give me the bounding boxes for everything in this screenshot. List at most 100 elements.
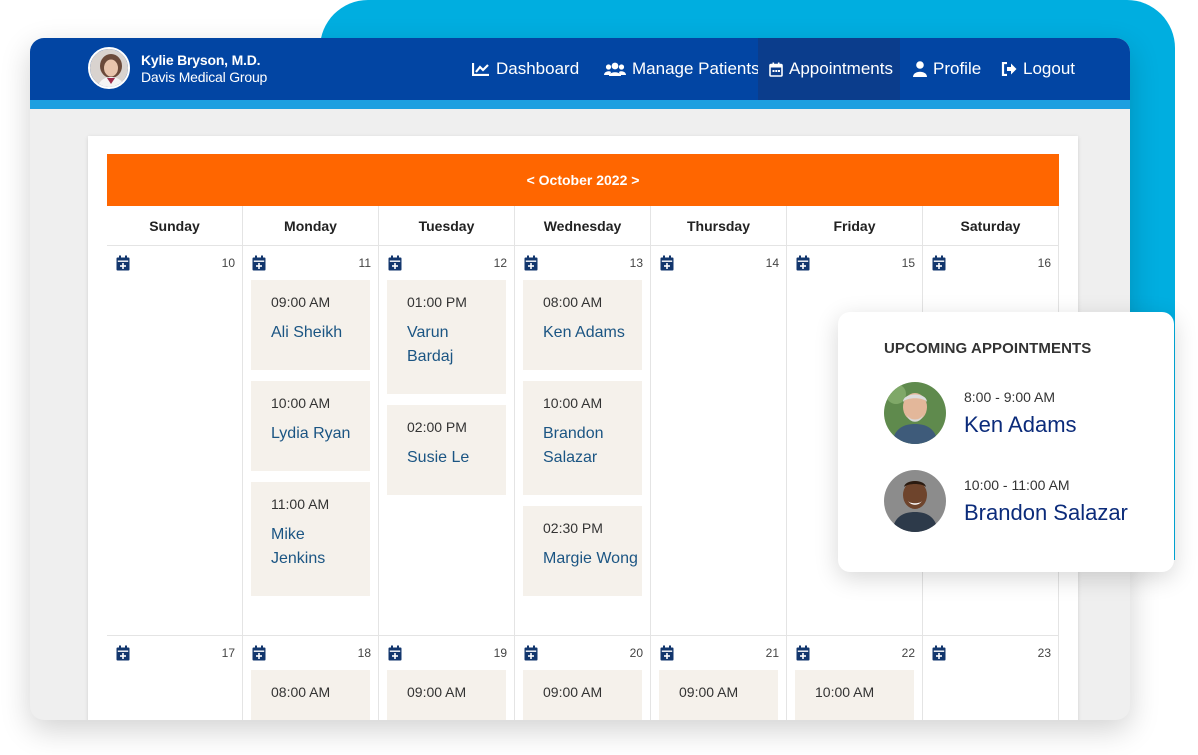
calendar-day-cell[interactable]: 17 xyxy=(107,636,243,720)
date-number: 13 xyxy=(629,256,643,270)
appointment-time: 08:00 AM xyxy=(543,294,603,310)
calendar-day-cell[interactable]: 13 08:00 AM Ken Adams 10:00 AM Brandon Salaz… xyxy=(515,246,651,636)
calendar-plus-icon[interactable] xyxy=(796,645,810,666)
calendar-plus-icon[interactable] xyxy=(932,255,946,276)
appointment-time: 02:30 PM xyxy=(543,520,603,536)
top-navbar: Kylie Bryson, M.D. Davis Medical Group D… xyxy=(30,38,1130,100)
date-number: 20 xyxy=(629,646,643,660)
appointment-patient-name[interactable]: Brandon Salazar xyxy=(543,422,623,470)
user-icon xyxy=(913,61,927,77)
day-header: Friday xyxy=(787,206,923,246)
nav-appointments-label: Appointments xyxy=(789,59,893,78)
upcoming-time: 10:00 - 11:00 AM xyxy=(964,477,1070,493)
day-header: Wednesday xyxy=(515,206,651,246)
nav-logout[interactable]: Logout xyxy=(1001,38,1075,100)
user-organization: Davis Medical Group xyxy=(141,69,268,85)
calendar-plus-icon[interactable] xyxy=(252,645,266,666)
appointment-time: 10:00 AM xyxy=(271,395,331,411)
date-number: 16 xyxy=(1037,256,1051,270)
appointment-card[interactable]: 09:00 AM xyxy=(387,670,506,720)
calendar-day-cell[interactable]: 11 09:00 AM Ali Sheikh 10:00 AM Lydia Ryan 11… xyxy=(243,246,379,636)
appointment-card[interactable]: 01:00 PM Varun Bardaj xyxy=(387,280,506,394)
upcoming-patient-name[interactable]: Ken Adams xyxy=(964,412,1077,438)
day-header: Monday xyxy=(243,206,379,246)
calendar-icon xyxy=(769,62,783,77)
appointment-time: 10:00 AM xyxy=(543,395,603,411)
appointment-time: 09:00 AM xyxy=(679,684,739,700)
nav-profile[interactable]: Profile xyxy=(913,38,981,100)
calendar-day-cell[interactable]: 18 08:00 AM xyxy=(243,636,379,720)
appointment-patient-name[interactable]: Lydia Ryan xyxy=(271,422,370,446)
calendar-plus-icon[interactable] xyxy=(388,645,402,666)
nav-manage-patients-label: Manage Patients xyxy=(632,59,760,78)
appointment-time: 09:00 AM xyxy=(543,684,603,700)
calendar-day-cell[interactable]: 21 09:00 AM xyxy=(651,636,787,720)
date-number: 10 xyxy=(221,256,235,270)
date-number: 23 xyxy=(1037,646,1051,660)
appointment-time: 02:00 PM xyxy=(407,419,467,435)
day-header: Thursday xyxy=(651,206,787,246)
appointment-card[interactable]: 08:00 AM xyxy=(251,670,370,720)
date-number: 21 xyxy=(765,646,779,660)
appointment-card[interactable]: 09:00 AM xyxy=(523,670,642,720)
appointment-patient-name[interactable]: Margie Wong xyxy=(543,547,642,571)
calendar-plus-icon[interactable] xyxy=(660,645,674,666)
nav-manage-patients[interactable]: Manage Patients xyxy=(604,38,760,100)
nav-profile-label: Profile xyxy=(933,59,982,78)
date-number: 14 xyxy=(765,256,779,270)
appointment-time: 09:00 AM xyxy=(407,684,467,700)
nav-dashboard[interactable]: Dashboard xyxy=(472,38,579,100)
appointment-card[interactable]: 10:00 AM Lydia Ryan xyxy=(251,381,370,471)
appointment-patient-name[interactable]: Ali Sheikh xyxy=(271,321,370,345)
calendar-day-cell[interactable]: 10 xyxy=(107,246,243,636)
appointment-patient-name[interactable]: Mike Jenkins xyxy=(271,523,351,571)
appointment-card[interactable]: 11:00 AM Mike Jenkins xyxy=(251,482,370,596)
calendar-plus-icon[interactable] xyxy=(660,255,674,276)
date-number: 17 xyxy=(221,646,235,660)
header-accent-stripe xyxy=(30,100,1130,109)
users-icon xyxy=(604,62,626,76)
calendar-plus-icon[interactable] xyxy=(116,645,130,666)
user-name: Kylie Bryson, M.D. xyxy=(141,52,261,68)
calendar-plus-icon[interactable] xyxy=(116,255,130,276)
appointment-card[interactable]: 10:00 AM Brandon Salazar xyxy=(523,381,642,495)
user-avatar[interactable] xyxy=(88,47,130,89)
nav-logout-label: Logout xyxy=(1023,59,1075,78)
calendar-plus-icon[interactable] xyxy=(388,255,402,276)
date-number: 11 xyxy=(358,256,371,270)
day-header: Saturday xyxy=(923,206,1059,246)
nav-appointments[interactable]: Appointments xyxy=(758,38,900,100)
calendar-day-cell[interactable]: 14 xyxy=(651,246,787,636)
patient-photo xyxy=(884,470,946,532)
calendar-day-cell[interactable]: 19 09:00 AM xyxy=(379,636,515,720)
appointment-patient-name[interactable]: Ken Adams xyxy=(543,321,642,345)
calendar-day-cell[interactable]: 12 01:00 PM Varun Bardaj 02:00 PM Susie Le xyxy=(379,246,515,636)
nav-dashboard-label: Dashboard xyxy=(496,59,580,78)
appointment-card[interactable]: 08:00 AM Ken Adams xyxy=(523,280,642,370)
appointment-time: 09:00 AM xyxy=(271,294,331,310)
month-navigation[interactable]: < October 2022 > xyxy=(107,154,1059,206)
calendar-plus-icon[interactable] xyxy=(796,255,810,276)
day-header: Sunday xyxy=(107,206,243,246)
calendar-day-cell[interactable]: 20 09:00 AM xyxy=(515,636,651,720)
appointment-card[interactable]: 10:00 AM xyxy=(795,670,914,720)
calendar-plus-icon[interactable] xyxy=(252,255,266,276)
calendar-plus-icon[interactable] xyxy=(932,645,946,666)
calendar-plus-icon[interactable] xyxy=(524,645,538,666)
appointment-patient-name[interactable]: Varun Bardaj xyxy=(407,321,487,369)
upcoming-patient-name[interactable]: Brandon Salazar xyxy=(964,500,1128,526)
appointment-card[interactable]: 02:00 PM Susie Le xyxy=(387,405,506,495)
calendar-day-cell[interactable]: 22 10:00 AM xyxy=(787,636,923,720)
appointment-card[interactable]: 09:00 AM Ali Sheikh xyxy=(251,280,370,370)
date-number: 12 xyxy=(493,256,507,270)
logout-icon xyxy=(1001,62,1017,76)
date-number: 22 xyxy=(901,646,915,660)
appointment-card[interactable]: 02:30 PM Margie Wong xyxy=(523,506,642,596)
appointment-time: 11:00 AM xyxy=(271,496,330,512)
date-number: 15 xyxy=(901,256,915,270)
appointment-patient-name[interactable]: Susie Le xyxy=(407,446,506,470)
calendar-plus-icon[interactable] xyxy=(524,255,538,276)
appointment-time: 10:00 AM xyxy=(815,684,875,700)
appointment-card[interactable]: 09:00 AM xyxy=(659,670,778,720)
calendar-day-cell[interactable]: 23 xyxy=(923,636,1059,720)
